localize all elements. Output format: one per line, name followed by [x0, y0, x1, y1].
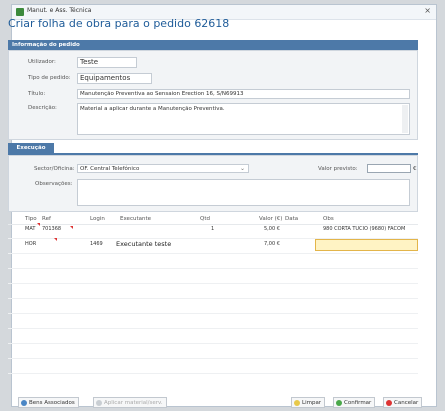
page-title: Criar folha de obra para o pedido 62618: [8, 17, 230, 30]
bens-associados-button[interactable]: Bens Associados: [18, 397, 79, 408]
grid-line: [8, 328, 418, 329]
required-marker: [70, 226, 73, 229]
cell-valor: 7,00 €: [264, 241, 280, 247]
sector-value: OF. Central Telefónico: [80, 166, 140, 172]
grid-line: [8, 268, 418, 269]
cell-valor: 5,00 €: [264, 226, 280, 232]
cell-ref: 701368: [42, 226, 62, 232]
user-field[interactable]: Teste: [77, 57, 137, 68]
cell-tipo: HOR: [25, 241, 37, 247]
valor-label: Valor previsto:: [318, 166, 358, 172]
confirmar-button[interactable]: Confirmar: [333, 397, 376, 408]
col-valor[interactable]: Valor (€): [259, 216, 282, 222]
col-executante[interactable]: Executante: [120, 216, 151, 222]
grid-line: [8, 253, 418, 254]
plus-icon: [21, 400, 27, 406]
request-type-label: Tipo de pedido:: [28, 75, 71, 81]
table-row[interactable]: MAT 701368 1 5,00 € 980 CORTA TUCIO (968…: [8, 223, 418, 237]
cell-executante: Executante teste: [116, 240, 172, 248]
request-type-field[interactable]: Equipamentos: [77, 73, 152, 84]
valor-input[interactable]: [367, 164, 411, 173]
close-icon[interactable]: ×: [424, 6, 431, 15]
eraser-icon: [294, 400, 300, 406]
obs-cell-editor[interactable]: [315, 239, 418, 251]
col-login[interactable]: Login: [90, 216, 105, 222]
grid-line: [8, 373, 418, 374]
description-field[interactable]: Material a aplicar durante a Manutenção …: [77, 103, 410, 135]
cancel-icon: [386, 400, 392, 406]
description-label: Descrição:: [28, 105, 57, 111]
sector-label: Sector/Oficina:: [34, 166, 75, 172]
valor-unit: €: [413, 166, 417, 172]
obs-field[interactable]: [77, 179, 410, 206]
cell-login: 1469: [90, 241, 103, 247]
col-tipo[interactable]: Tipo: [25, 216, 37, 222]
grid-line: [8, 283, 418, 284]
grid-line: [8, 343, 418, 344]
section-header-info: Informação do pedido: [8, 40, 418, 50]
col-data[interactable]: Data: [285, 216, 298, 222]
chevron-down-icon: ⌄: [239, 165, 245, 172]
sector-select[interactable]: OF. Central Telefónico ⌄: [77, 164, 249, 173]
aplicar-material-button[interactable]: Aplicar material/serv.: [93, 397, 167, 408]
obs-label: Observações:: [35, 181, 73, 187]
limpar-button[interactable]: Limpar: [291, 397, 326, 408]
col-ref[interactable]: Ref: [42, 216, 51, 222]
window-title: Manut. e Ass. Técnica: [27, 7, 92, 14]
required-marker: [37, 223, 40, 226]
title-field[interactable]: Manutenção Preventiva ao Sensaion Erecti…: [77, 89, 410, 99]
grid-line: [8, 298, 418, 299]
required-marker: [54, 238, 57, 241]
grid-line: [8, 358, 418, 359]
app-icon: [16, 8, 24, 16]
col-qtd[interactable]: Qtd: [200, 216, 210, 222]
cell-obs: 980 CORTA TUCIO (9680) FACOM: [323, 226, 406, 232]
cell-tipo: MAT: [25, 226, 36, 232]
grid-header: Tipo Ref Login Executante Qtd Valor (€) …: [8, 214, 418, 223]
cell-qtd: 1: [211, 226, 215, 232]
description-scrollbar[interactable]: [402, 105, 408, 133]
apply-icon: [96, 400, 102, 406]
col-obs[interactable]: Obs: [323, 216, 334, 222]
check-icon: [336, 400, 342, 406]
grid-line: [8, 313, 418, 314]
cancelar-button[interactable]: Cancelar: [383, 397, 423, 408]
title-label: Título:: [28, 91, 46, 97]
description-text: Material a aplicar durante a Manutenção …: [80, 106, 225, 112]
user-label: Utilizador:: [28, 59, 56, 65]
